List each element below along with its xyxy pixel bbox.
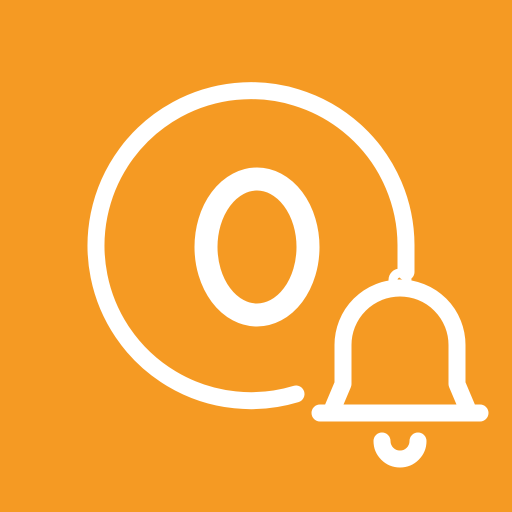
icon-background: [0, 0, 512, 512]
app-icon: [0, 0, 512, 512]
app-icon-graphic: [0, 0, 512, 512]
